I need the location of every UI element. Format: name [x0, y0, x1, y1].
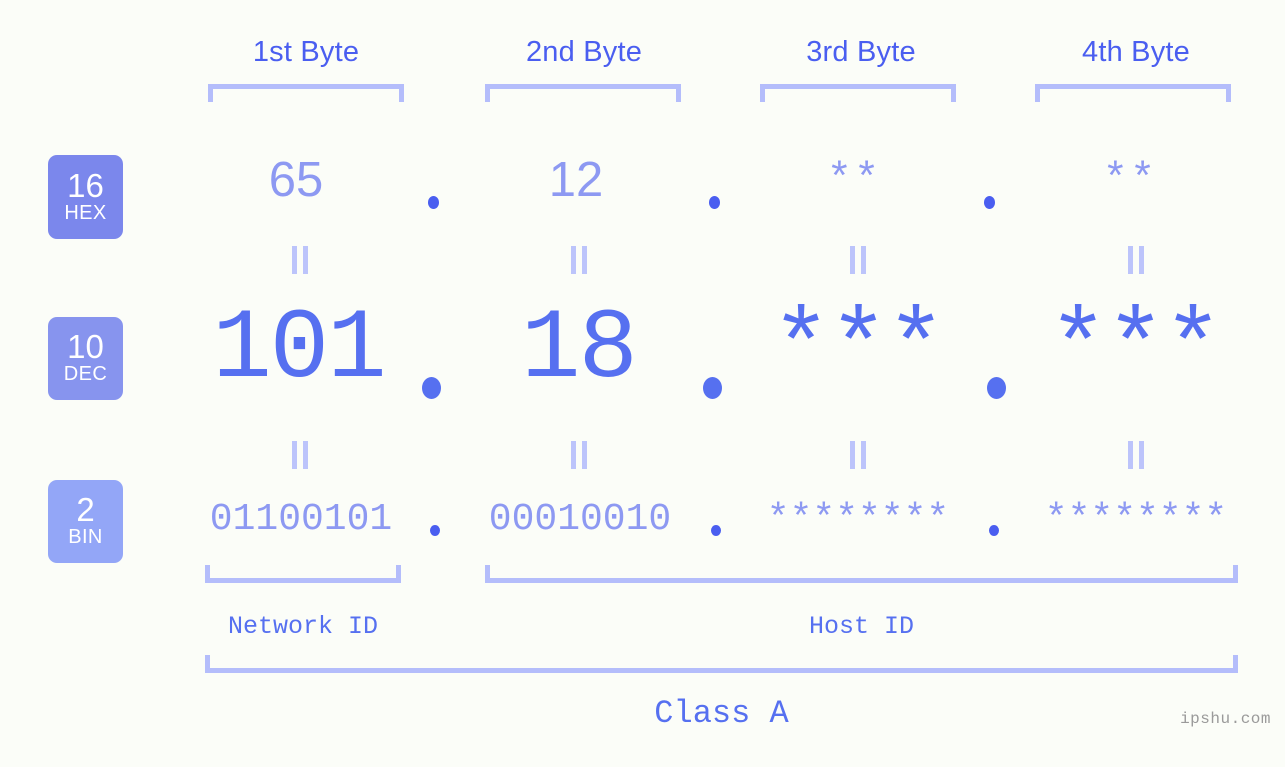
base-badge-hex-name: HEX [64, 201, 107, 224]
byte-bracket-2 [485, 84, 681, 102]
site-watermark: ipshu.com [1180, 710, 1271, 728]
base-badge-dec: 10 DEC [48, 317, 123, 400]
byte-header-3: 3rd Byte [806, 36, 916, 68]
dec-separator-dot-3 [987, 377, 1006, 399]
bin-separator-dot-3 [989, 525, 999, 536]
equals-symbol-hex-dec-4 [1125, 246, 1147, 274]
equals-symbol-dec-bin-4 [1125, 441, 1147, 469]
equals-symbol-dec-bin-3 [847, 441, 869, 469]
host-id-bracket [485, 565, 1238, 583]
equals-symbol-hex-dec-2 [568, 246, 590, 274]
equals-symbol-hex-dec-3 [847, 246, 869, 274]
bin-value-byte-1: 01100101 [209, 498, 393, 541]
bin-separator-dot-1 [430, 525, 440, 536]
base-badge-bin-name: BIN [68, 526, 103, 548]
byte-header-4: 4th Byte [1082, 36, 1190, 68]
dec-value-byte-3: *** [771, 294, 945, 406]
dec-value-byte-1: 101 [212, 294, 386, 406]
bin-separator-dot-2 [711, 525, 721, 536]
bin-value-byte-3: ******** [766, 498, 950, 541]
bin-value-byte-2: 00010010 [488, 498, 672, 541]
base-badge-dec-radix: 10 [67, 328, 104, 365]
dec-separator-dot-1 [422, 377, 441, 399]
class-label: Class A [654, 695, 789, 732]
base-badge-hex: 16 HEX [48, 155, 123, 239]
dec-separator-dot-2 [703, 377, 722, 399]
hex-value-byte-3: ** [826, 156, 882, 204]
base-badge-bin: 2 BIN [48, 480, 123, 563]
base-badge-bin-radix: 2 [76, 491, 95, 528]
class-bracket [205, 655, 1238, 673]
base-badge-hex-radix: 16 [67, 166, 104, 204]
network-id-bracket [205, 565, 401, 583]
dec-value-byte-2: 18 [521, 294, 638, 406]
bin-value-byte-4: ******** [1044, 498, 1228, 541]
equals-symbol-dec-bin-1 [289, 441, 311, 469]
byte-bracket-4 [1035, 84, 1231, 102]
equals-symbol-hex-dec-1 [289, 246, 311, 274]
equals-symbol-dec-bin-2 [568, 441, 590, 469]
hex-value-byte-1: 65 [268, 153, 324, 207]
dec-value-byte-4: *** [1048, 294, 1222, 406]
hex-value-byte-4: ** [1102, 156, 1158, 204]
byte-header-1: 1st Byte [252, 36, 360, 68]
hex-separator-dot-1 [428, 196, 439, 209]
base-badge-dec-name: DEC [63, 363, 108, 385]
byte-header-2: 2nd Byte [525, 36, 643, 68]
byte-bracket-3 [760, 84, 956, 102]
network-id-label: Network ID [227, 612, 379, 641]
host-id-label: Host ID [808, 612, 915, 641]
hex-value-byte-2: 12 [548, 153, 604, 207]
byte-bracket-1 [208, 84, 404, 102]
ip-byte-breakdown-diagram: 1st Byte 2nd Byte 3rd Byte 4th Byte 16 H… [0, 0, 1285, 767]
hex-separator-dot-3 [984, 196, 995, 209]
hex-separator-dot-2 [709, 196, 720, 209]
